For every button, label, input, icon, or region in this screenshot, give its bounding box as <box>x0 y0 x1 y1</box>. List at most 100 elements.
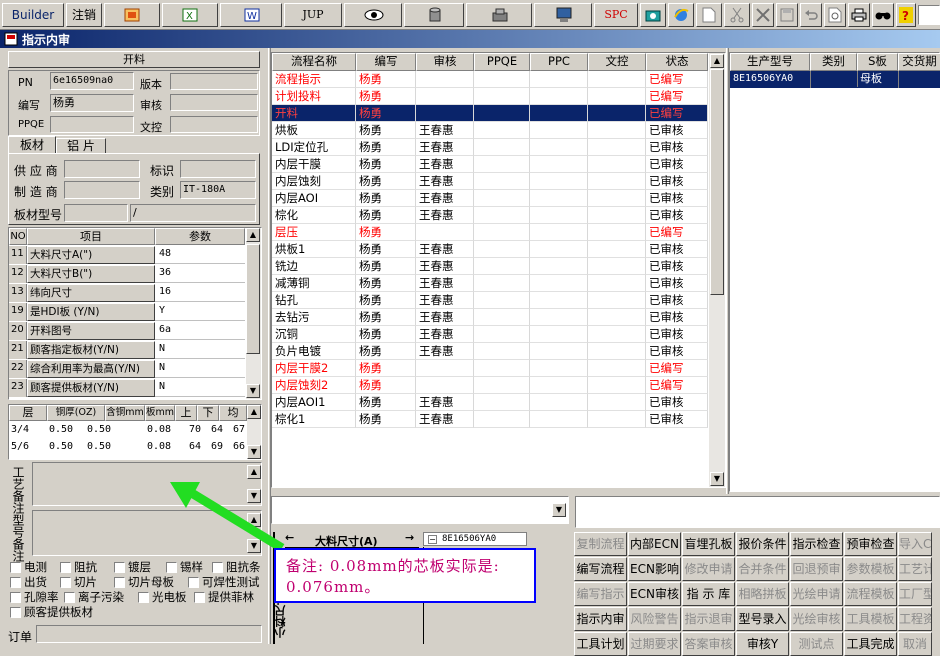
flow-row[interactable]: 流程指示 杨勇 已编写 <box>272 71 708 88</box>
scroll-down-arrow-icon[interactable]: ▼ <box>246 384 260 398</box>
prod-col-header[interactable]: 交货期 <box>898 53 940 71</box>
checkbox[interactable] <box>194 592 205 603</box>
action-button[interactable]: 导入C <box>898 532 932 556</box>
flow-row[interactable]: 计划投料 杨勇 已编写 <box>272 88 708 105</box>
scroll-thumb[interactable] <box>710 69 724 295</box>
pn-field[interactable]: 6e16509na0 <box>50 72 134 90</box>
prod-row[interactable]: 8E16506YA0 母板 <box>730 71 940 88</box>
flow-row[interactable]: 去钻污 杨勇 王春惠 已审核 <box>272 309 708 326</box>
scroll-down-arrow-icon[interactable]: ▼ <box>247 445 261 459</box>
checkbox[interactable] <box>10 577 21 588</box>
camera-button[interactable] <box>640 3 666 27</box>
param-value-cell[interactable]: Y <box>157 303 245 319</box>
maker-field[interactable] <box>64 181 140 199</box>
print-button[interactable] <box>848 3 870 27</box>
flow-row[interactable]: LDI定位孔 杨勇 王春惠 已审核 <box>272 139 708 156</box>
prod-col-header[interactable]: 类别 <box>810 53 857 71</box>
prod-input-field[interactable] <box>575 496 940 528</box>
action-button[interactable]: 风险警告 <box>628 607 681 631</box>
action-button[interactable]: 编写流程 <box>574 557 627 581</box>
flow-row[interactable]: 沉铜 杨勇 王春惠 已审核 <box>272 326 708 343</box>
ppqe-field[interactable] <box>50 116 134 133</box>
param-col-item[interactable]: 项目 <box>27 228 155 245</box>
checkbox[interactable] <box>114 577 125 588</box>
flow-col-header[interactable]: 文控 <box>588 53 646 71</box>
tab-aluminum[interactable]: 铝 片 <box>56 138 106 154</box>
flow-col-header[interactable]: 审核 <box>416 53 474 71</box>
toolbar-field[interactable] <box>918 5 940 25</box>
param-scrollbar[interactable]: ▲ ▼ <box>246 228 261 399</box>
action-button[interactable]: 审核Y <box>736 632 789 656</box>
new-doc-button[interactable] <box>696 3 722 27</box>
flow-input-combo[interactable]: ▼ <box>271 496 569 524</box>
layer-col-header[interactable]: 板mm <box>145 405 175 421</box>
dropdown-arrow-icon[interactable]: ▼ <box>552 503 566 517</box>
checkbox[interactable] <box>10 607 21 618</box>
action-button[interactable]: 光绘申请 <box>790 582 843 606</box>
checkbox-option[interactable]: 出货 <box>10 575 47 589</box>
action-button[interactable]: 修改申请 <box>682 557 735 581</box>
layer-col-header[interactable]: 均 <box>219 405 247 421</box>
action-button[interactable]: 流程模板 <box>844 582 897 606</box>
param-row[interactable]: 11 大料尺寸A(") 48 <box>9 245 245 264</box>
layer-row[interactable]: 3/4 0.50 0.50 0.08 70 64 67. <box>9 422 251 439</box>
action-button[interactable]: 指示退审 <box>682 607 735 631</box>
action-button[interactable]: 合并条件 <box>736 557 789 581</box>
flow-row[interactable]: 棕化 杨勇 王春惠 已审核 <box>272 207 708 224</box>
checkbox[interactable] <box>10 592 21 603</box>
tools-button[interactable] <box>466 3 532 27</box>
model-field[interactable] <box>64 204 128 222</box>
checkbox-option[interactable]: 电测 <box>10 560 47 574</box>
flow-row[interactable]: 烘板 杨勇 王春惠 已审核 <box>272 122 708 139</box>
prod-col-header[interactable]: 生产型号 <box>730 53 810 71</box>
supplier-field[interactable] <box>64 160 140 178</box>
action-button[interactable]: 内部ECN <box>628 532 681 556</box>
action-button[interactable]: 工具计划 <box>574 632 627 656</box>
action-button[interactable]: 工具模板 <box>844 607 897 631</box>
close-x-button[interactable] <box>752 3 774 27</box>
action-button[interactable]: 光绘审核 <box>790 607 843 631</box>
layer-col-header[interactable]: 层 <box>9 405 47 421</box>
checkbox-option[interactable]: 提供菲林 <box>194 590 254 604</box>
flow-row[interactable]: 减薄铜 杨勇 王春惠 已审核 <box>272 275 708 292</box>
flow-scrollbar[interactable]: ▲ ▼ <box>709 53 725 487</box>
action-button[interactable]: 参数模板 <box>844 557 897 581</box>
scroll-up-arrow-icon[interactable]: ▲ <box>246 228 260 242</box>
prod-col-header[interactable]: S板 <box>857 53 898 71</box>
checkbox[interactable] <box>212 562 223 573</box>
computer-button[interactable] <box>534 3 592 27</box>
param-col-value[interactable]: 参数 <box>155 228 245 245</box>
layer-col-header[interactable]: 下 <box>197 405 219 421</box>
mark-field[interactable] <box>180 160 256 178</box>
scroll-up-arrow-icon[interactable]: ▲ <box>247 405 261 419</box>
database-button[interactable] <box>404 3 464 27</box>
flow-col-header[interactable]: 流程名称 <box>272 53 356 71</box>
author-field[interactable]: 杨勇 <box>50 94 134 112</box>
checkbox-option[interactable]: 镀层 <box>114 560 151 574</box>
action-button[interactable]: 工艺计 <box>898 557 932 581</box>
param-row[interactable]: 22 综合利用率为最高(Y/N) N <box>9 359 245 378</box>
flow-row[interactable]: 内层蚀刻2 杨勇 已编写 <box>272 377 708 394</box>
flow-row[interactable]: 烘板1 杨勇 王春惠 已审核 <box>272 241 708 258</box>
flow-col-header[interactable]: 状态 <box>646 53 708 71</box>
param-row[interactable]: 23 顾客提供板材(Y/N) N <box>9 378 245 397</box>
checkbox-option[interactable]: 离子污染 <box>64 590 124 604</box>
flow-row[interactable]: 钻孔 杨勇 王春惠 已审核 <box>272 292 708 309</box>
checkbox-option[interactable]: 切片母板 <box>114 575 174 589</box>
scroll-thumb[interactable] <box>246 244 260 354</box>
jup-button[interactable]: JUP <box>284 3 342 27</box>
layer-col-header[interactable]: 含铜mm <box>105 405 145 421</box>
layer-row[interactable]: 5/6 0.50 0.50 0.08 64 69 66. <box>9 439 251 456</box>
checkbox-option[interactable]: 可焊性测试 <box>188 575 260 589</box>
logout-button[interactable]: 注销 <box>66 3 102 27</box>
action-button[interactable]: 工厂型 <box>898 582 932 606</box>
checkbox[interactable] <box>60 577 71 588</box>
flow-row[interactable]: 开料 杨勇 已编写 <box>272 105 708 122</box>
action-button[interactable]: ECN影响 <box>628 557 681 581</box>
checkbox[interactable] <box>138 592 149 603</box>
flow-row[interactable]: 内层AOI 杨勇 王春惠 已审核 <box>272 190 708 207</box>
param-col-no[interactable]: NO <box>9 228 27 245</box>
flow-row[interactable]: 铣边 杨勇 王春惠 已审核 <box>272 258 708 275</box>
tab-board[interactable]: 板材 <box>8 136 56 154</box>
excel-button[interactable]: X <box>162 3 218 27</box>
